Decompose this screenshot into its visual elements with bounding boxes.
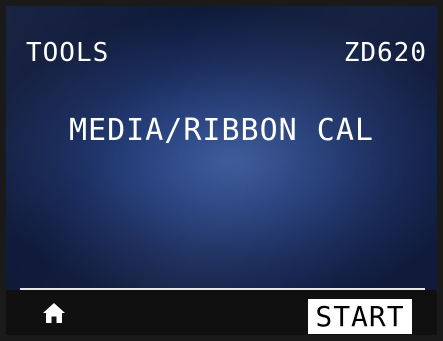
menu-title: TOOLS — [26, 38, 110, 68]
home-button[interactable] — [37, 298, 71, 328]
lcd-screen: TOOLS ZD620 MEDIA/RIBBON CAL START — [6, 6, 437, 335]
start-button[interactable]: START — [308, 299, 412, 334]
home-icon — [43, 303, 65, 323]
printer-display-bezel: TOOLS ZD620 MEDIA/RIBBON CAL START — [0, 0, 443, 341]
softkey-bar: START — [6, 290, 437, 335]
menu-item-label: MEDIA/RIBBON CAL — [69, 113, 374, 148]
printer-model: ZD620 — [343, 38, 427, 68]
